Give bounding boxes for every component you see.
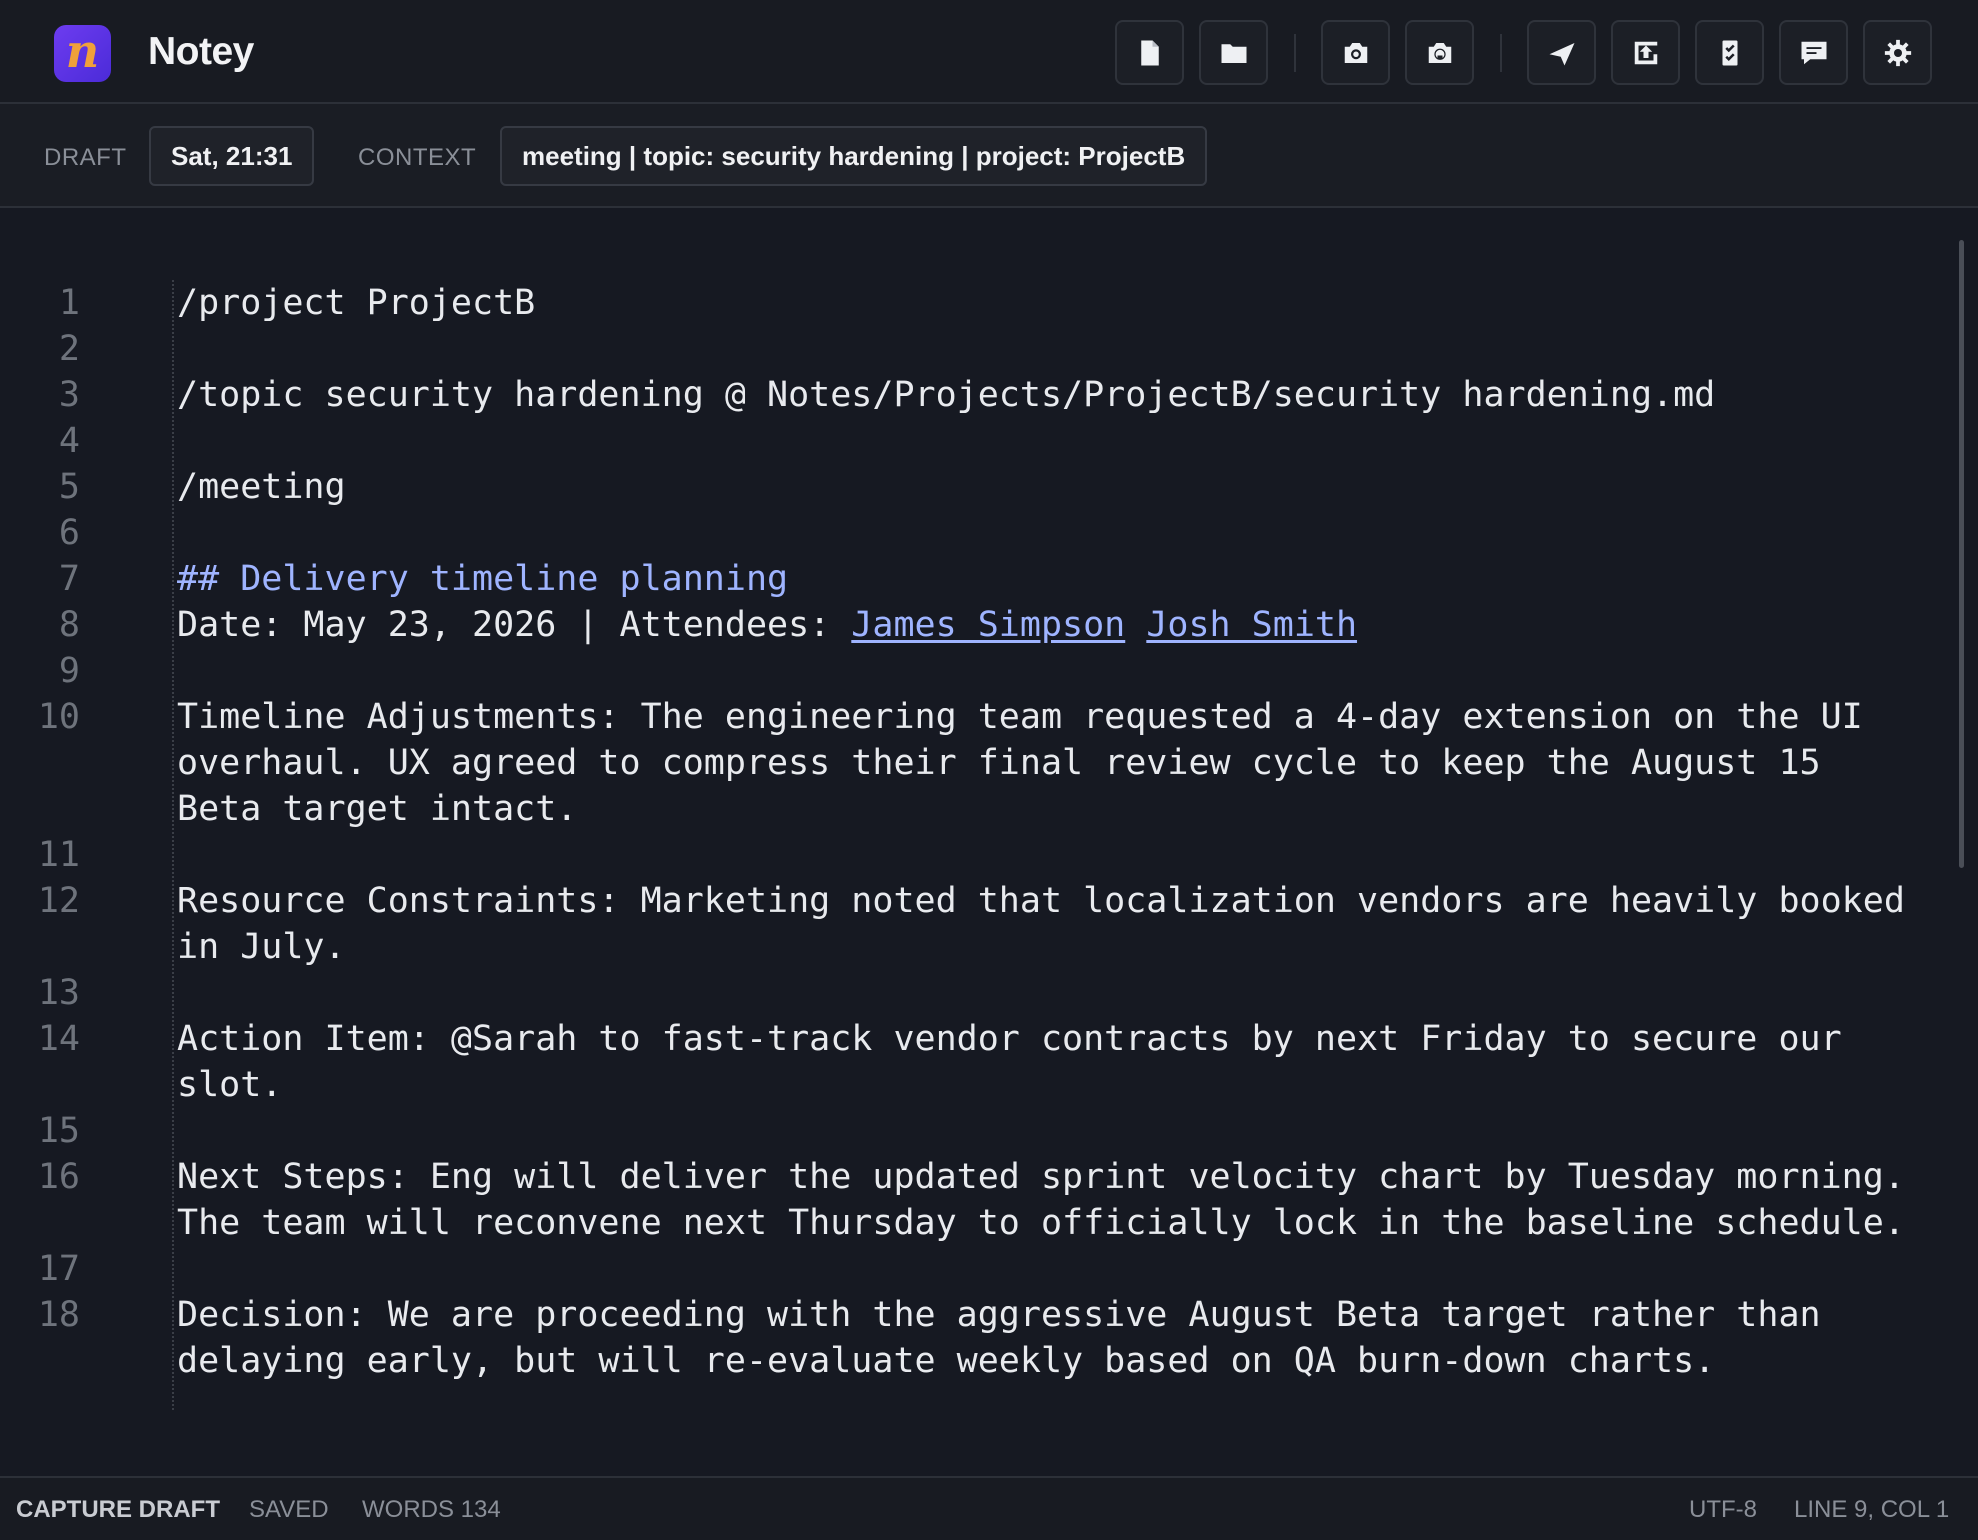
settings-button[interactable] — [1863, 20, 1932, 85]
toolbar-divider — [1500, 34, 1502, 72]
attendee-link[interactable]: Josh Smith — [1146, 605, 1357, 645]
attendee-link[interactable]: James Simpson — [851, 605, 1125, 645]
line-number: 18 — [37, 1295, 80, 1335]
line-number: 15 — [37, 1111, 80, 1151]
editor-line-text[interactable]: Date: May 23, 2026 | Attendees: James Si… — [177, 602, 1357, 648]
line-number: 5 — [58, 467, 80, 507]
comment-icon — [1801, 41, 1826, 64]
line-number: 11 — [37, 835, 80, 875]
line-number: 16 — [37, 1157, 80, 1197]
context-bar: DRAFT Sat, 21:31 CONTEXT meeting | topic… — [0, 104, 1978, 208]
line-number: 1 — [58, 283, 80, 323]
new-file-button[interactable] — [1115, 20, 1184, 85]
editor-line-text[interactable]: overhaul. UX agreed to compress their fi… — [177, 740, 1821, 786]
file-icon — [1140, 40, 1159, 65]
line-number: 7 — [58, 559, 80, 599]
line-number: 14 — [37, 1019, 80, 1059]
context-label: CONTEXT — [358, 144, 477, 171]
vertical-scrollbar[interactable] — [1959, 240, 1964, 868]
line-number: 3 — [58, 375, 80, 415]
upload-icon — [1634, 41, 1657, 64]
toolbar-divider — [1294, 34, 1296, 72]
editor-line-text[interactable]: Next Steps: Eng will deliver the updated… — [177, 1154, 1905, 1200]
camera-lens-icon — [1428, 42, 1451, 63]
editor-line-text[interactable]: The team will reconvene next Thursday to… — [177, 1200, 1905, 1246]
line-number: 4 — [58, 421, 80, 461]
draft-timestamp-chip[interactable]: Sat, 21:31 — [149, 126, 315, 186]
tasks-button[interactable] — [1695, 20, 1764, 85]
draft-label: DRAFT — [44, 144, 127, 171]
header: n Notey — [0, 0, 1978, 104]
line-number: 12 — [37, 881, 80, 921]
line-number: 2 — [58, 329, 80, 369]
editor-line-text[interactable]: /topic security hardening @ Notes/Projec… — [177, 372, 1715, 418]
line-number: 9 — [58, 651, 80, 691]
send-icon — [1549, 42, 1574, 65]
context-chip[interactable]: meeting | topic: security hardening | pr… — [500, 126, 1208, 186]
editor-line-text[interactable]: Timeline Adjustments: The engineering te… — [177, 694, 1863, 740]
editor-line-text[interactable]: /meeting — [177, 464, 346, 510]
app-logo: n — [54, 25, 111, 82]
editor-line-text[interactable]: in July. — [177, 924, 346, 970]
editor-line-text[interactable]: delaying early, but will re-evaluate wee… — [177, 1338, 1715, 1384]
date-attendees-text: Date: May 23, 2026 | Attendees: — [177, 605, 852, 645]
camera-icon — [1344, 42, 1367, 63]
line-number: 6 — [58, 513, 80, 553]
logo-letter: n — [65, 23, 100, 78]
editor-line-text[interactable]: slot. — [177, 1062, 282, 1108]
screenshot-button[interactable] — [1321, 20, 1390, 85]
status-bar: CAPTURE DRAFT SAVED WORDS 134 UTF-8 LINE… — [0, 1476, 1978, 1540]
screenshot-alt-button[interactable] — [1405, 20, 1474, 85]
comments-button[interactable] — [1779, 20, 1848, 85]
editor-line-text[interactable]: Decision: We are proceeding with the agg… — [177, 1292, 1821, 1338]
editor[interactable]: 1/project ProjectB 2 3/topic security hard… — [0, 208, 1978, 1476]
gutter-divider — [172, 280, 174, 1410]
upload-button[interactable] — [1611, 20, 1680, 85]
app-title: Notey — [148, 30, 254, 73]
line-number: 8 — [58, 605, 80, 645]
folder-icon — [1221, 43, 1246, 63]
line-number: 13 — [37, 973, 80, 1013]
status-word-count: WORDS 134 — [362, 1496, 501, 1523]
editor-heading[interactable]: ## Delivery timeline planning — [177, 556, 788, 602]
send-button[interactable] — [1527, 20, 1596, 85]
status-cursor-position: LINE 9, COL 1 — [1794, 1496, 1950, 1523]
line-number: 17 — [37, 1249, 80, 1289]
app-window: n Notey DRAFT Sat, 21:31 CONTEXT meeting… — [0, 0, 1978, 1540]
status-encoding: UTF-8 — [1689, 1496, 1757, 1523]
status-saved: SAVED — [249, 1496, 329, 1523]
checklist-icon — [1722, 40, 1737, 65]
gear-icon — [1884, 39, 1911, 66]
editor-line-text[interactable]: Action Item: @Sarah to fast-track vendor… — [177, 1016, 1842, 1062]
open-folder-button[interactable] — [1199, 20, 1268, 85]
editor-line-text[interactable]: Resource Constraints: Marketing noted th… — [177, 878, 1905, 924]
editor-line-text[interactable]: Beta target intact. — [177, 786, 577, 832]
status-mode: CAPTURE DRAFT — [16, 1496, 220, 1523]
line-number: 10 — [37, 697, 80, 737]
editor-line-text[interactable]: /project ProjectB — [177, 280, 535, 326]
